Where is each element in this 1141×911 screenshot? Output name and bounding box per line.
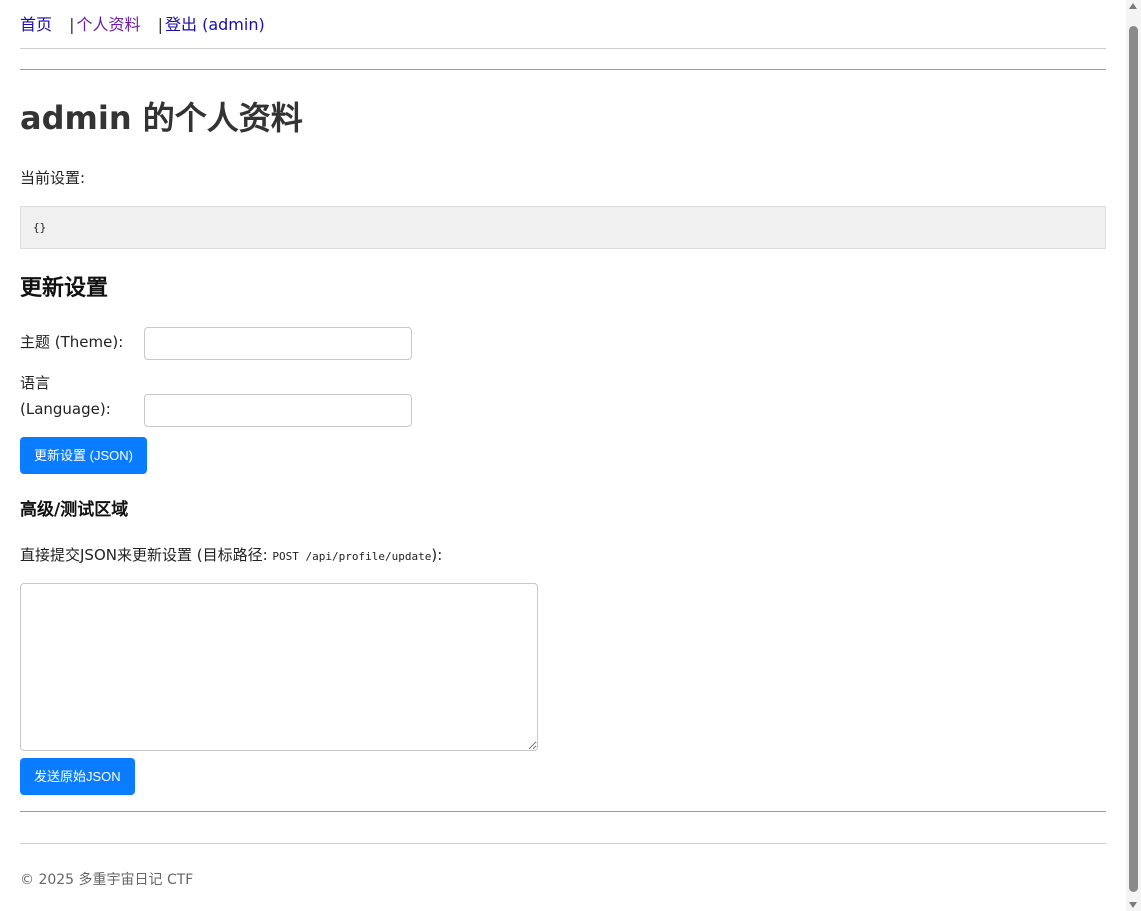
send-raw-json-button[interactable]: 发送原始JSON (20, 758, 135, 795)
scroll-down-icon[interactable] (1129, 902, 1137, 908)
raw-json-textarea[interactable] (20, 583, 538, 751)
language-label-line1: 语言 (20, 374, 51, 392)
theme-input[interactable] (144, 327, 412, 360)
top-nav: 首页 | 个人资料 | 登出 (admin) (20, 14, 265, 36)
language-input[interactable] (144, 394, 412, 427)
nav-link-home[interactable]: 首页 (20, 15, 52, 34)
scroll-up-icon[interactable] (1129, 3, 1137, 9)
header-rule (20, 69, 1106, 70)
update-settings-heading: 更新设置 (20, 276, 109, 301)
nav-separator: | (157, 15, 163, 34)
raw-json-desc-suffix: ): (431, 546, 443, 564)
update-settings-button[interactable]: 更新设置 (JSON) (20, 437, 147, 474)
vertical-scrollbar[interactable] (1126, 0, 1141, 911)
page-title: admin 的个人资料 (20, 99, 303, 137)
scrollbar-thumb[interactable] (1129, 26, 1138, 892)
footer-rule (20, 811, 1106, 812)
raw-json-desc-prefix: 直接提交JSON来更新设置 (目标路径: (20, 546, 273, 564)
nav-separator: | (69, 15, 75, 34)
nav-link-profile[interactable]: 个人资料 (77, 15, 141, 34)
language-label-line2: (Language): (20, 400, 111, 418)
nav-link-logout[interactable]: 登出 (admin) (165, 15, 265, 34)
nav-divider (20, 48, 1106, 49)
footer-divider (20, 843, 1106, 844)
api-path-code: POST /api/profile/update (272, 550, 432, 563)
advanced-section-heading: 高级/测试区域 (20, 500, 129, 520)
current-settings-label: 当前设置: (20, 169, 86, 187)
raw-json-description: 直接提交JSON来更新设置 (目标路径: POST /api/profile/u… (20, 544, 442, 568)
theme-label: 主题 (Theme): (20, 333, 124, 351)
footer-text: © 2025 多重宇宙日记 CTF (20, 872, 194, 888)
current-settings-value: {} (20, 206, 1106, 249)
